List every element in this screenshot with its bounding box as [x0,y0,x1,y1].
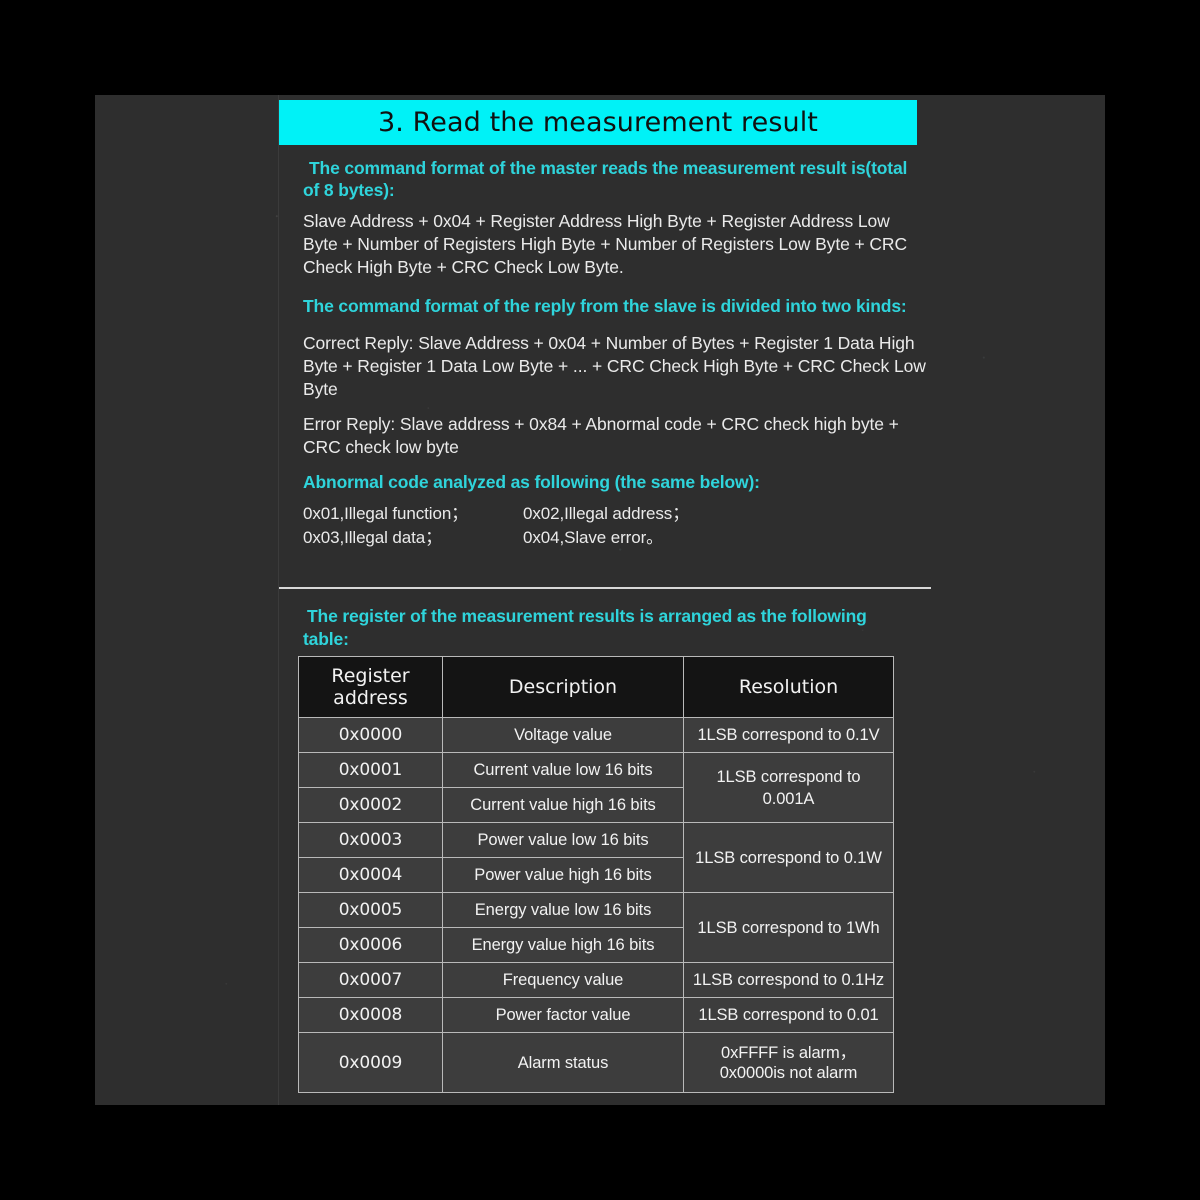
cell-register-address: 0x0006 [298,927,443,963]
cell-resolution: 1LSB correspond to 0.01 [683,997,894,1033]
table-row: 0x0000 Voltage value 1LSB correspond to 0.… [298,717,894,753]
column-header-register-address: Register address [298,656,443,718]
table-row: 0x0009 Alarm status 0xFFFF is alarm， 0x0000… [298,1032,894,1093]
body-text-block: The command format of the master reads t… [303,157,928,549]
cell-register-address: 0x0000 [298,717,443,753]
table-row: 0x0008 Power factor value 1LSB correspond … [298,997,894,1033]
column-header-description: Description [442,656,684,718]
cell-resolution: 1LSB correspond to 0.1W [683,822,894,893]
heading-master-command-format: The command format of the master reads t… [303,158,908,200]
column-header-resolution: Resolution [683,656,894,718]
heading-register-table: The register of the measurement results … [303,606,867,649]
table-row: 0x0003 Power value low 16 bits 1LSB corres… [298,822,894,893]
cell-description: Voltage value [442,717,684,753]
cell-description: Current value high 16 bits [442,787,684,823]
abnormal-code-item: 0x01,Illegal function； [303,504,469,523]
table-header-row: Register address Description Resolution [298,656,894,718]
table-body: 0x0000 Voltage value 1LSB correspond to 0.… [298,717,894,1093]
cell-description: Energy value low 16 bits [442,892,684,928]
abnormal-code-item: 0x02,Illegal address； [523,504,690,523]
cell-register-address: 0x0007 [298,962,443,998]
document-page: 3. Read the measurement result The comma… [95,95,1105,1105]
cell-description: Alarm status [442,1032,684,1093]
register-table: Register address Description Resolution … [298,656,894,1093]
heading-slave-reply-format: The command format of the reply from the… [303,296,907,316]
abnormal-code-item: 0x03,Illegal data； [303,528,443,547]
cell-register-address: 0x0001 [298,752,443,788]
paragraph-error-reply: Error Reply: Slave address + 0x84 + Abno… [303,414,899,457]
abnormal-code-list: 0x01,Illegal function； 0x02,Illegal addr… [303,502,928,549]
cell-resolution: 1LSB correspond to 1Wh [683,892,894,963]
section-divider [279,587,931,589]
paragraph-master-command-format: Slave Address + 0x04 + Register Address … [303,211,907,277]
table-row: 0x0001 Current value low 16 bits 1LSB corr… [298,752,894,823]
cell-register-address: 0x0004 [298,857,443,893]
table-row: 0x0007 Frequency value 1LSB correspond to … [298,962,894,998]
cell-description: Power value high 16 bits [442,857,684,893]
cell-resolution: 1LSB correspond to 0.1V [683,717,894,753]
cell-description: Current value low 16 bits [442,752,684,788]
paragraph-correct-reply: Correct Reply: Slave Address + 0x04 + Nu… [303,333,926,399]
page-title: 3. Read the measurement result [378,107,818,138]
table-row: 0x0005 Energy value low 16 bits 1LSB corre… [298,892,894,963]
cell-description: Power value low 16 bits [442,822,684,858]
cell-register-address: 0x0008 [298,997,443,1033]
cell-resolution: 1LSB correspond to 0.1Hz [683,962,894,998]
cell-description: Power factor value [442,997,684,1033]
content-column: 3. Read the measurement result The comma… [279,95,1105,1105]
cell-description: Frequency value [442,962,684,998]
cell-resolution: 1LSB correspond to 0.001A [683,752,894,823]
cell-resolution: 0xFFFF is alarm， 0x0000is not alarm [683,1032,894,1093]
heading-abnormal-code: Abnormal code analyzed as following (the… [303,472,760,492]
cell-register-address: 0x0005 [298,892,443,928]
cell-register-address: 0x0002 [298,787,443,823]
cell-description: Energy value high 16 bits [442,927,684,963]
cell-register-address: 0x0003 [298,822,443,858]
cell-register-address: 0x0009 [298,1032,443,1093]
table-header: Register address Description Resolution [298,656,894,718]
abnormal-code-item: 0x04,Slave error。 [523,528,664,547]
section-title-banner: 3. Read the measurement result [279,100,917,145]
